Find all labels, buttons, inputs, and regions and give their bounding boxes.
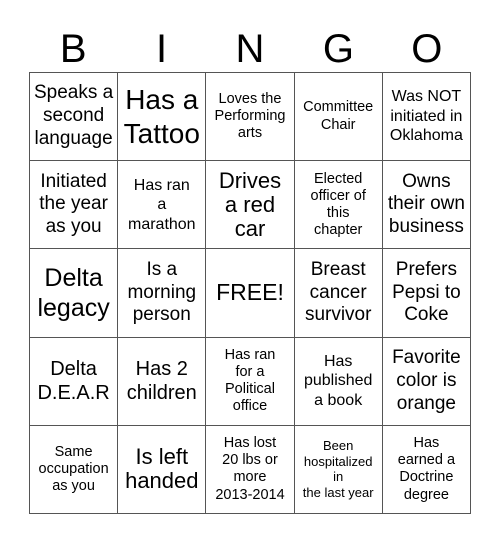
cell-text: Is left handed xyxy=(125,444,199,494)
bingo-cell[interactable]: Committee Chair xyxy=(294,73,383,162)
bingo-cell[interactable]: Loves the Performing arts xyxy=(206,73,295,162)
cell-text: Has ran a marathon xyxy=(127,176,196,233)
cell-text: Elected officer of this chapter xyxy=(310,170,366,238)
bingo-cell[interactable]: Elected officer of this chapter xyxy=(294,161,383,250)
header-letter-o: O xyxy=(411,27,443,71)
cell-text: Drives a red car xyxy=(218,167,282,241)
bingo-board: Speaks a second language Has a Tattoo Lo… xyxy=(29,72,471,514)
bingo-cell[interactable]: Has lost 20 lbs or more 2013-2014 xyxy=(206,425,295,514)
bingo-cell[interactable]: Drives a red car xyxy=(206,161,295,250)
free-space[interactable]: FREE! xyxy=(206,249,295,338)
bingo-cell[interactable]: Delta D.E.A.R xyxy=(30,337,119,426)
cell-text: Speaks a second language xyxy=(33,82,114,149)
bingo-cell[interactable]: Has ran for a Political office xyxy=(206,337,295,426)
header-letter-i: I xyxy=(156,27,168,71)
bingo-cell[interactable]: Has ran a marathon xyxy=(118,161,207,250)
cell-text: Has published a book xyxy=(303,352,373,409)
header-letter-b: B xyxy=(59,27,87,71)
cell-text: Was NOT initiated in Oklahoma xyxy=(389,88,463,145)
bingo-cell[interactable]: Speaks a second language xyxy=(30,73,119,162)
cell-text: Been hospitalized in the last year xyxy=(302,438,374,500)
bingo-cell[interactable]: Breast cancer survivor xyxy=(294,249,383,338)
bingo-cell[interactable]: Delta legacy xyxy=(30,249,119,338)
cell-text: Delta legacy xyxy=(37,263,110,322)
bingo-cell[interactable]: Owns their own business xyxy=(382,161,471,250)
cell-text: Has lost 20 lbs or more 2013-2014 xyxy=(215,435,285,503)
bingo-cell[interactable]: Been hospitalized in the last year xyxy=(294,425,383,514)
cell-text: Committee Chair xyxy=(303,99,374,133)
cell-text: Owns their own business xyxy=(387,170,465,238)
header-letter-n: N xyxy=(235,27,265,71)
bingo-cell[interactable]: Initiated the year as you xyxy=(30,161,119,250)
bingo-cell[interactable]: Has 2 children xyxy=(118,337,207,426)
bingo-cell[interactable]: Has earned a Doctrine degree xyxy=(382,425,471,514)
bingo-cell[interactable]: Has published a book xyxy=(294,337,383,426)
free-space-text: FREE! xyxy=(216,279,284,306)
cell-text: Initiated the year as you xyxy=(39,170,108,238)
cell-text: Breast cancer survivor xyxy=(304,258,372,326)
cell-text: Has 2 children xyxy=(126,358,197,405)
bingo-cell[interactable]: Was NOT initiated in Oklahoma xyxy=(382,73,471,162)
cell-text: Has earned a Doctrine degree xyxy=(397,435,456,503)
cell-text: Same occupation as you xyxy=(38,443,109,494)
cell-text: Favorite color is orange xyxy=(392,347,461,414)
bingo-header: B I N G O xyxy=(29,26,471,72)
cell-text: Has ran for a Political office xyxy=(224,346,276,415)
bingo-cell[interactable]: Has a Tattoo xyxy=(118,73,207,162)
header-letter-g: G xyxy=(322,27,354,71)
bingo-cell[interactable]: Favorite color is orange xyxy=(382,337,471,426)
cell-text: Is a morning person xyxy=(127,258,197,326)
bingo-cell[interactable]: Same occupation as you xyxy=(30,425,119,514)
cell-text: Loves the Performing arts xyxy=(214,90,286,142)
bingo-cell[interactable]: Is left handed xyxy=(118,425,207,514)
cell-text: Has a Tattoo xyxy=(123,84,200,149)
bingo-cell[interactable]: Is a morning person xyxy=(118,249,207,338)
cell-text: Delta D.E.A.R xyxy=(37,358,110,405)
cell-text: Prefers Pepsi to Coke xyxy=(392,258,461,326)
bingo-cell[interactable]: Prefers Pepsi to Coke xyxy=(382,249,471,338)
